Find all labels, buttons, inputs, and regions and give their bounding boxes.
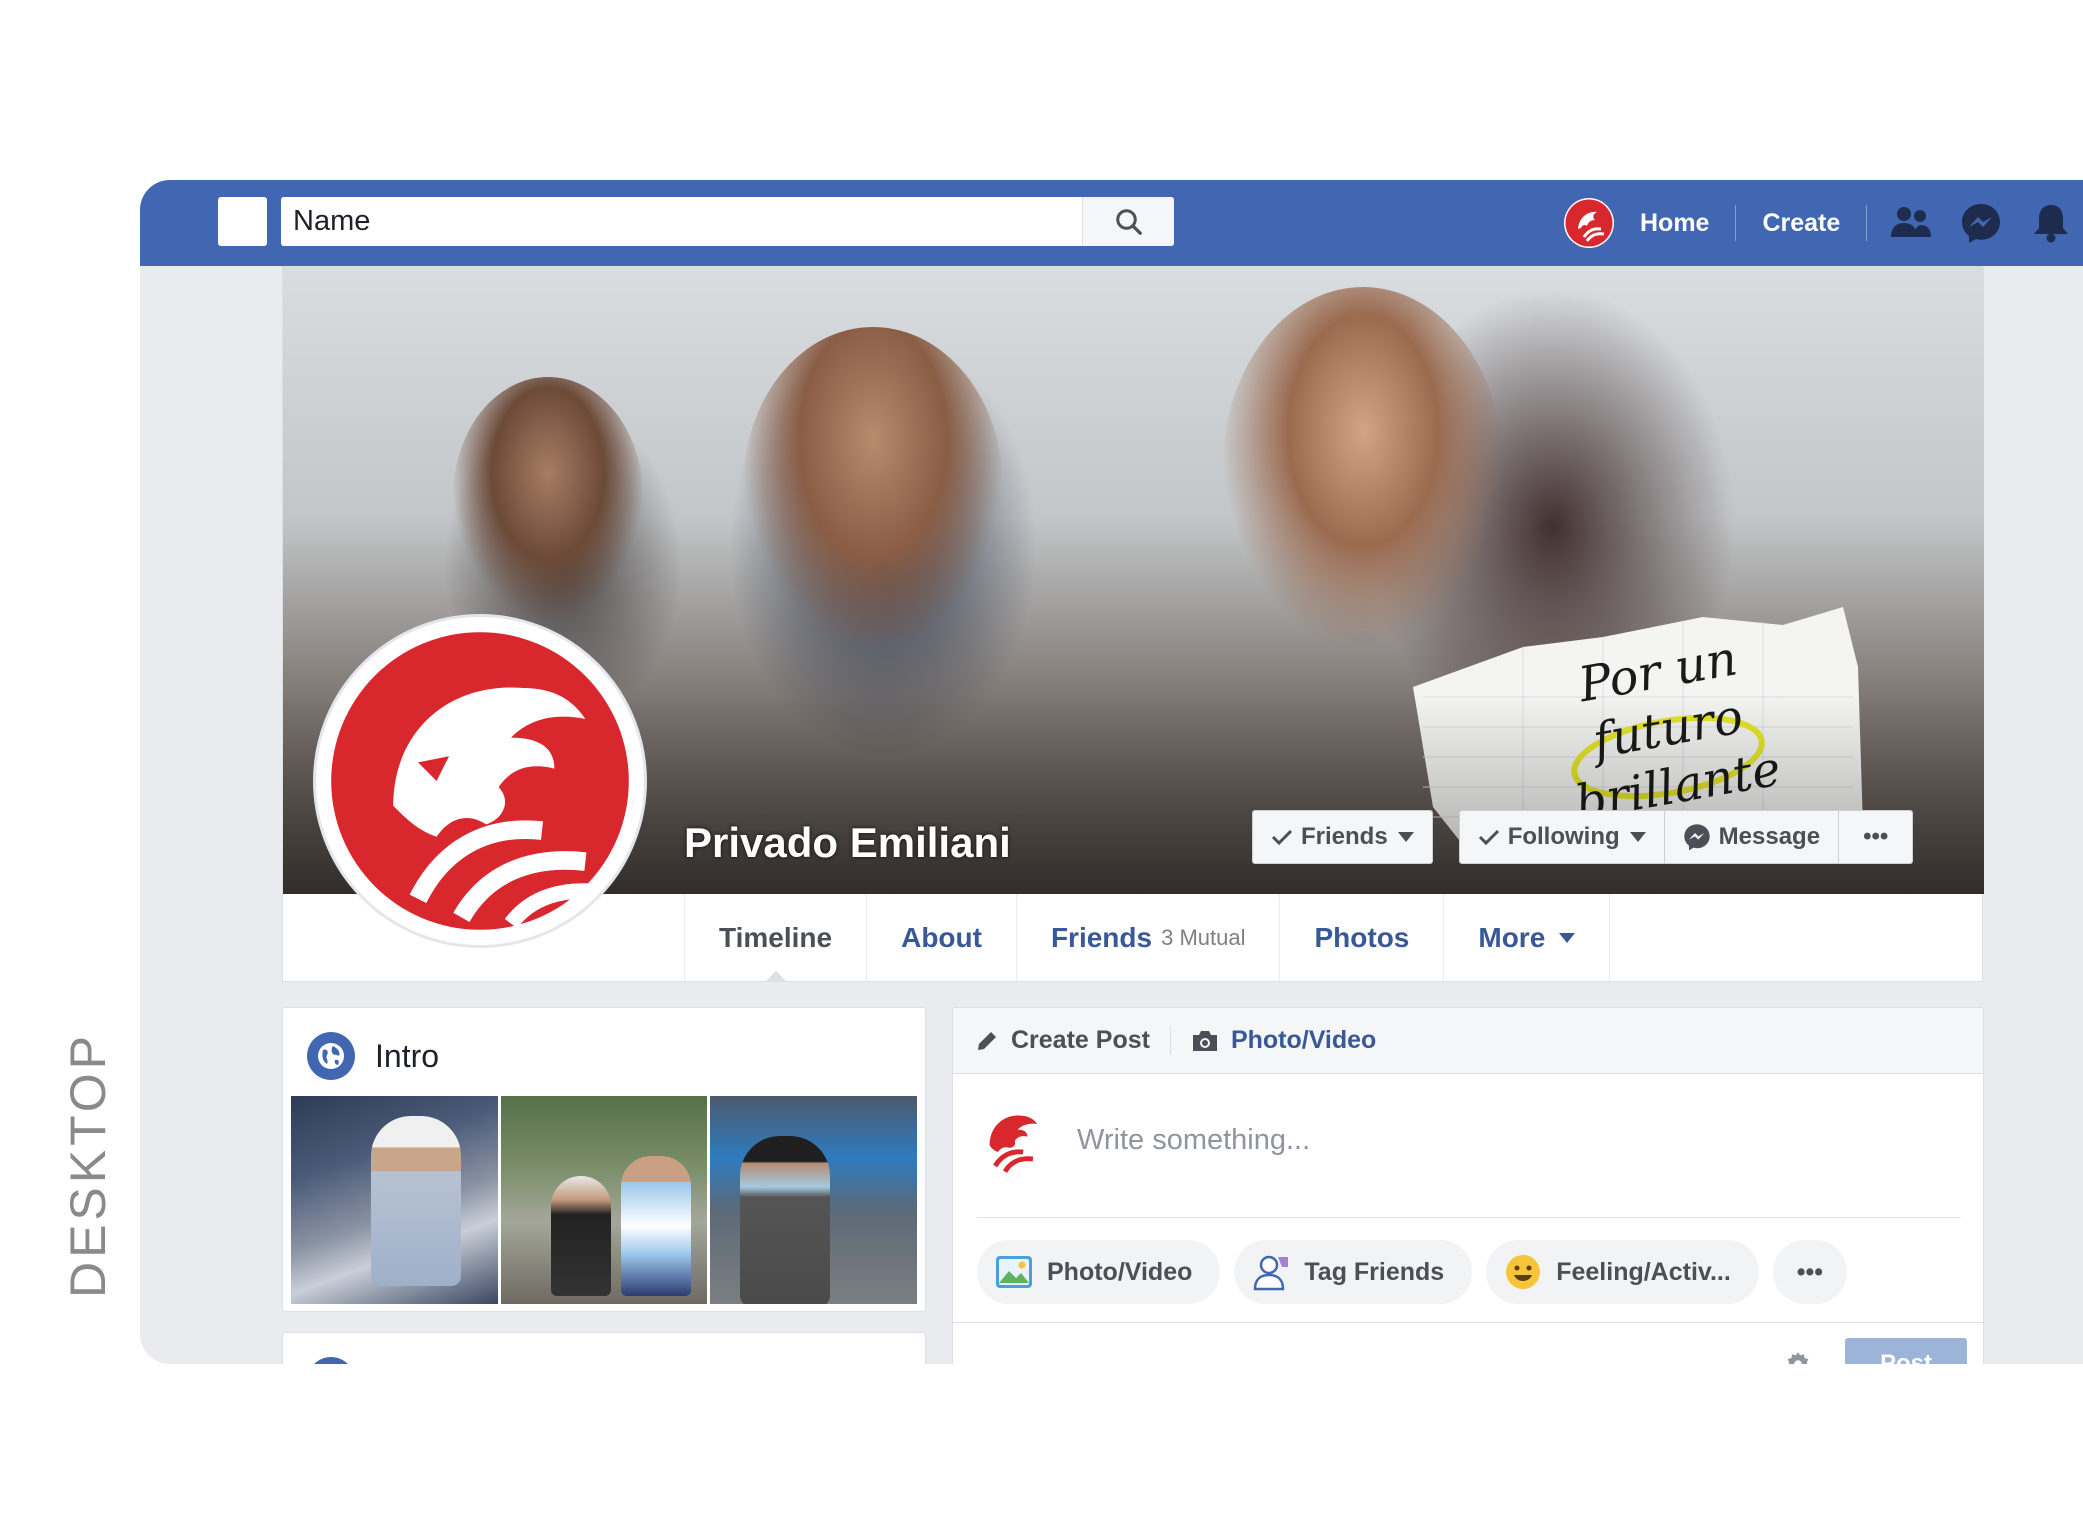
photo-figure [740, 1136, 831, 1304]
search-button[interactable] [1082, 197, 1174, 246]
smiley-face-icon [1506, 1255, 1541, 1289]
friends-button[interactable]: Friends [1252, 810, 1433, 864]
tab-friends[interactable]: Friends 3 Mutual [1017, 894, 1281, 981]
photo-icon [996, 1256, 1032, 1288]
top-navigation-bar: Home Create [140, 180, 2083, 266]
notifications-bell-icon [2034, 205, 2069, 243]
magnifier-icon [1115, 208, 1142, 235]
globe-icon [307, 1032, 355, 1080]
panther-logo-icon [331, 632, 629, 930]
composer-actions: Photo/Video Tag Friends Feeling/Activ...… [977, 1240, 1848, 1304]
tab-more[interactable]: More [1444, 894, 1611, 981]
featured-photo[interactable] [291, 1096, 498, 1304]
photo-figure [620, 1156, 691, 1296]
photo-video-tab[interactable]: Photo/Video [1169, 1026, 1396, 1055]
caret-down-icon [1559, 932, 1576, 943]
panther-logo-icon [989, 1115, 1038, 1173]
more-dots-label: ••• [1796, 1257, 1824, 1286]
cover-photo-figure [743, 327, 1003, 647]
composer-footer: Post [953, 1322, 1983, 1364]
profile-header-card: Por un futuro brillante Privado Emiliani… [282, 266, 1984, 982]
notifications-button[interactable] [2029, 201, 2073, 245]
post-text-input[interactable] [1077, 1118, 1937, 1162]
search-box [281, 197, 1174, 246]
tab-label: Timeline [719, 921, 833, 953]
cover-photo-figure [1223, 287, 1503, 647]
message-button[interactable]: Message [1664, 810, 1840, 864]
page: DESKTOP Name Home Create Por un Privado … [0, 0, 2083, 1539]
intro-card: Intro [282, 1007, 926, 1312]
more-dots-label: ••• [1863, 823, 1889, 850]
tab-about[interactable]: About [867, 894, 1017, 981]
mutual-friends-count: 3 Mutual [1161, 924, 1246, 950]
nav-profile-avatar[interactable] [1564, 198, 1614, 248]
following-button-label: Following [1507, 823, 1620, 850]
pencil-icon [978, 1031, 996, 1050]
nav-home-link[interactable]: Home [1614, 203, 1735, 243]
gear-icon[interactable] [1785, 1351, 1811, 1364]
friend-requests-icon [1891, 207, 1932, 237]
composer-more-action[interactable]: ••• [1772, 1240, 1848, 1304]
camera-icon [1192, 1030, 1217, 1051]
tab-label: About [901, 921, 982, 953]
featured-photo[interactable] [710, 1096, 918, 1304]
photo-figure [550, 1176, 611, 1296]
create-post-label: Create Post [1011, 1026, 1150, 1054]
intro-header: Intro [307, 1032, 439, 1080]
search-input[interactable] [281, 197, 1081, 246]
tag-friends-icon [1254, 1255, 1289, 1291]
feeling-activity-action-label: Feeling/Activ... [1556, 1257, 1731, 1286]
message-button-label: Message [1718, 823, 1821, 850]
nav-create-link[interactable]: Create [1736, 203, 1866, 243]
profile-more-button[interactable]: ••• [1839, 810, 1914, 864]
tag-friends-action[interactable]: Tag Friends [1234, 1240, 1473, 1304]
profile-name[interactable]: Privado Emiliani [684, 819, 1011, 867]
checkmark-icon [1478, 829, 1499, 846]
checkmark-icon [1271, 829, 1293, 846]
device-label-text: DESKTOP [60, 1031, 116, 1299]
profile-tabs: Timeline About Friends 3 Mutual Photos M… [684, 894, 1611, 981]
nav-right: Home Create [1564, 196, 2083, 250]
composer-body [977, 1098, 1961, 1218]
post-button[interactable]: Post [1845, 1338, 1967, 1364]
profile-action-buttons: Friends Following Message ••• [1252, 810, 1914, 864]
photo-figure [371, 1116, 461, 1286]
tab-label: More [1478, 921, 1546, 953]
caret-down-icon [1397, 832, 1414, 842]
caret-down-icon [1629, 832, 1646, 842]
photo-video-tab-label: Photo/Video [1230, 1026, 1377, 1054]
device-label: DESKTOP [58, 1032, 118, 1298]
messenger-icon [1962, 204, 2001, 243]
nav-divider [1866, 205, 1868, 241]
tab-timeline[interactable]: Timeline [685, 894, 868, 981]
feeling-activity-action[interactable]: Feeling/Activ... [1486, 1240, 1759, 1304]
friends-button-label: Friends [1301, 823, 1388, 850]
desktop-frame: Home Create [140, 180, 2083, 1364]
panther-logo-icon [1565, 199, 1613, 247]
create-post-tab[interactable]: Create Post [975, 1026, 1170, 1055]
intro-title: Intro [375, 1037, 440, 1074]
cover-photo-figure [453, 377, 643, 617]
secondary-card [282, 1332, 926, 1364]
follow-message-group: Following Message ••• [1458, 810, 1914, 864]
featured-photo[interactable] [500, 1096, 708, 1304]
messenger-button[interactable] [1959, 201, 2003, 245]
tab-label: Photos [1314, 921, 1410, 953]
post-composer: Create Post Photo/Video Write something.… [952, 1007, 1984, 1364]
intro-featured-photos [291, 1096, 918, 1304]
friend-requests-button[interactable] [1889, 201, 1933, 245]
tag-friends-action-label: Tag Friends [1304, 1257, 1445, 1286]
tab-photos[interactable]: Photos [1280, 894, 1445, 981]
composer-tabs: Create Post Photo/Video [953, 1008, 1983, 1074]
composer-avatar [977, 1098, 1047, 1178]
photo-video-action[interactable]: Photo/Video [977, 1240, 1221, 1304]
tab-label: Friends [1050, 921, 1153, 953]
card-icon [307, 1357, 355, 1364]
profile-picture[interactable] [313, 614, 647, 948]
following-button[interactable]: Following [1458, 810, 1665, 864]
messenger-icon [1684, 824, 1710, 851]
site-logo[interactable] [218, 197, 267, 246]
photo-video-action-label: Photo/Video [1047, 1257, 1193, 1286]
